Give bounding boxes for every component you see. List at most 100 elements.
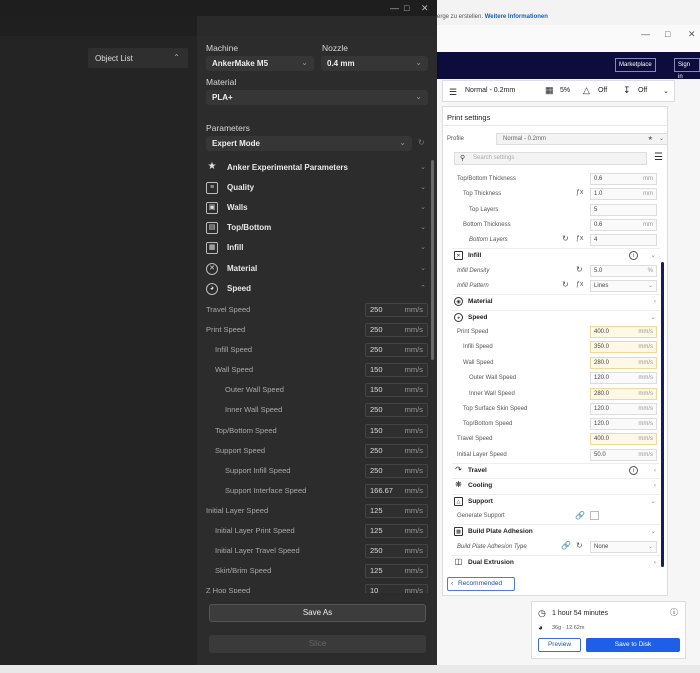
- travel-speed-input[interactable]: 250 mm/s: [365, 303, 428, 317]
- wall-speed-input[interactable]: 150 mm/s: [365, 363, 428, 377]
- category-top-bottom[interactable]: ▤ Top/Bottom ⌄: [206, 219, 428, 237]
- value: 0.6: [594, 222, 603, 228]
- reset-icon[interactable]: ↻: [576, 540, 583, 552]
- unit: mm/s: [404, 325, 423, 334]
- print-speed-input[interactable]: 250 mm/s: [365, 323, 428, 337]
- outer-wall-speed-input[interactable]: 150 mm/s: [365, 383, 428, 397]
- initial-layer-speed-input[interactable]: 125 mm/s: [365, 504, 428, 518]
- section-travel[interactable]: ↷ Travel i ‹: [452, 463, 660, 477]
- minimize-icon[interactable]: —: [390, 2, 399, 14]
- inner-wall-speed-input[interactable]: 280.0 mm/s: [590, 388, 657, 400]
- reset-icon[interactable]: ↻: [562, 279, 569, 291]
- material-select[interactable]: PLA+ ⌄: [206, 90, 428, 105]
- preview-button[interactable]: Preview: [538, 638, 581, 652]
- chevron-down-icon: ⌄: [663, 88, 669, 95]
- category-walls[interactable]: ▣ Walls ⌄: [206, 199, 428, 217]
- search-settings-input[interactable]: ⚲ Search settings: [454, 152, 647, 165]
- maximize-icon[interactable]: □: [404, 2, 409, 14]
- inner-wall-speed-input[interactable]: 250 mm/s: [365, 403, 428, 417]
- save-to-disk-button[interactable]: Save to Disk: [586, 638, 680, 652]
- close-icon[interactable]: ✕: [421, 2, 429, 14]
- info-icon[interactable]: ⓘ: [670, 607, 678, 619]
- reset-icon[interactable]: ↻: [576, 264, 583, 276]
- section-support[interactable]: △ Support ⌄: [452, 494, 660, 508]
- support-speed-input[interactable]: 250 mm/s: [365, 444, 428, 458]
- minimize-icon[interactable]: —: [641, 28, 650, 40]
- value: 10: [370, 586, 379, 593]
- top-thickness-input[interactable]: 1.0 mm: [590, 188, 657, 200]
- print-settings-title: Print settings: [447, 113, 491, 122]
- category-material[interactable]: ✕ Material ⌄: [206, 260, 428, 278]
- top-surface-skin-speed-input[interactable]: 120.0 mm/s: [590, 403, 657, 415]
- top-bottom-thickness-input[interactable]: 0.6 mm: [590, 173, 657, 185]
- nozzle-select[interactable]: 0.4 mm ⌄: [321, 56, 428, 71]
- info-link[interactable]: Weitere Informationen: [485, 14, 548, 20]
- support-infill-speed-input[interactable]: 250 mm/s: [365, 464, 428, 478]
- material-estimate: 36g · 12.62m: [552, 625, 585, 631]
- generate-support-checkbox[interactable]: [590, 511, 599, 520]
- section-dual-extrusion[interactable]: ◫ Dual Extrusion ‹: [452, 555, 660, 569]
- print-speed-input[interactable]: 400.0 mm/s: [590, 326, 657, 338]
- close-icon[interactable]: ✕: [688, 28, 696, 40]
- value: 5: [594, 207, 598, 213]
- print-setup-toolbar[interactable]: ☰ Normal - 0.2mm ▦ 5% △ Off ↧ Off ⌄: [442, 80, 675, 102]
- adhesion-type-select[interactable]: None ⌄: [590, 541, 657, 553]
- initial-layer-travel-speed-input[interactable]: 250 mm/s: [365, 544, 428, 558]
- mode-select[interactable]: Expert Mode ⌄: [206, 136, 412, 151]
- top-bottom-speed-input[interactable]: 150 mm/s: [365, 424, 428, 438]
- profile-select[interactable]: Normal - 0.2mm ★ ⌄: [496, 133, 668, 145]
- 3d-viewport[interactable]: [0, 36, 197, 665]
- save-as-button[interactable]: Save As: [209, 604, 426, 622]
- menu-icon[interactable]: ☰: [654, 152, 663, 164]
- initial-layer-speed-input[interactable]: 50.0 mm/s: [590, 449, 657, 461]
- skirt-brim-speed-input[interactable]: 125 mm/s: [365, 564, 428, 578]
- reset-icon[interactable]: ↻: [418, 137, 425, 149]
- settings-scrollbar[interactable]: [431, 160, 434, 360]
- support-interface-speed-input[interactable]: 166.67 mm/s: [365, 484, 428, 498]
- slice-button[interactable]: Slice: [209, 635, 426, 653]
- section-cooling[interactable]: ❋ Cooling ‹: [452, 478, 660, 492]
- category-anker-experimental[interactable]: ★ Anker Experimental Parameters ⌄: [206, 159, 428, 177]
- marketplace-button[interactable]: Marketplace: [615, 58, 656, 72]
- chevron-down-icon: ⌄: [415, 92, 422, 101]
- infill-speed-input[interactable]: 350.0 mm/s: [590, 341, 657, 353]
- travel-speed-input[interactable]: 400.0 mm/s: [590, 433, 657, 445]
- settings-scrollbar[interactable]: [661, 262, 664, 567]
- infill-density-input[interactable]: 5.0%: [590, 265, 657, 277]
- dual-extrusion-icon: ◫: [454, 557, 463, 566]
- sign-in-button[interactable]: Sign in: [674, 58, 700, 80]
- category-speed[interactable]: ◕ Speed ⌃: [206, 280, 428, 298]
- info-icon[interactable]: i: [629, 466, 638, 475]
- infill-speed-input[interactable]: 250 mm/s: [365, 343, 428, 357]
- section-speed[interactable]: ◕ Speed ⌄: [452, 310, 660, 324]
- machine-select[interactable]: AnkerMake M5 ⌄: [206, 56, 314, 71]
- value: 125: [370, 526, 383, 535]
- outer-wall-speed-input[interactable]: 120.0 mm/s: [590, 372, 657, 384]
- wall-speed-input[interactable]: 280.0 mm/s: [590, 357, 657, 369]
- infill-icon: ▦: [545, 85, 554, 95]
- bottom-thickness-input[interactable]: 0.6 mm: [590, 219, 657, 231]
- category-infill[interactable]: ▦ Infill ⌄: [206, 239, 428, 257]
- section-material[interactable]: ◉ Material ‹: [452, 294, 660, 308]
- bottom-layers-input[interactable]: 4: [590, 234, 657, 246]
- chevron-down-icon: ⌄: [650, 314, 656, 321]
- infill-pattern-select[interactable]: Lines ⌄: [590, 280, 657, 292]
- maximize-icon[interactable]: □: [665, 28, 670, 40]
- top-layers-input[interactable]: 5: [590, 204, 657, 216]
- cura-header: [437, 52, 700, 79]
- object-list-button[interactable]: Object List ⌃: [88, 48, 188, 68]
- z-hop-speed-input[interactable]: 10 mm/s: [365, 584, 428, 593]
- unit: mm/s: [404, 446, 423, 455]
- section-build-plate-adhesion[interactable]: ▩ Build Plate Adhesion ⌄: [452, 524, 660, 538]
- initial-layer-print-speed-input[interactable]: 125 mm/s: [365, 524, 428, 538]
- machine-label: Machine: [206, 43, 239, 53]
- unit: mm/s: [638, 406, 653, 412]
- info-icon[interactable]: i: [629, 251, 638, 260]
- section-infill[interactable]: ✕ Infill i ⌄: [452, 248, 660, 262]
- top-bottom-speed-input[interactable]: 120.0 mm/s: [590, 418, 657, 430]
- reset-icon[interactable]: ↻: [562, 233, 569, 245]
- adhesion-icon: ↧: [623, 85, 631, 95]
- setting-label: Outer Wall Speed: [225, 385, 284, 394]
- category-quality[interactable]: ≡ Quality ⌄: [206, 179, 428, 197]
- recommended-button[interactable]: ‹ Recommended: [447, 577, 515, 591]
